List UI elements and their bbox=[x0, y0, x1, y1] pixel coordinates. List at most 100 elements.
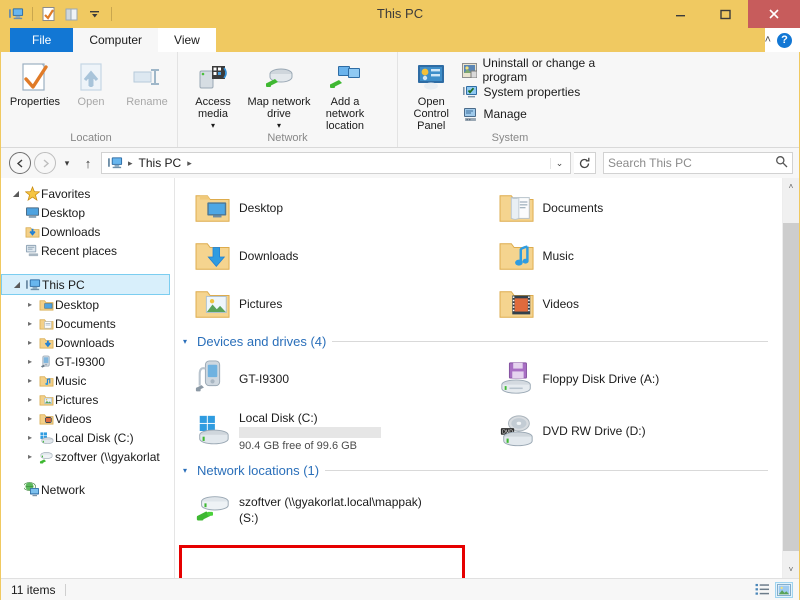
list-item[interactable]: Downloads bbox=[175, 232, 479, 280]
this-pc-icon bbox=[106, 156, 124, 170]
properties-button[interactable]: Properties bbox=[7, 56, 63, 108]
back-button[interactable] bbox=[9, 152, 31, 174]
up-button[interactable]: ↑ bbox=[78, 152, 98, 174]
access-media-button[interactable]: Access media ▾ bbox=[180, 56, 246, 132]
group-twisty-icon[interactable]: ▾ bbox=[179, 466, 191, 475]
twisty-open-icon[interactable]: ◢ bbox=[10, 280, 24, 289]
sidebar-item-this-pc[interactable]: ◢ This PC bbox=[1, 274, 170, 295]
close-button[interactable] bbox=[748, 0, 800, 28]
group-header-network-locations[interactable]: ▾ Network locations (1) bbox=[175, 457, 782, 482]
open-control-panel-button[interactable]: Open Control Panel bbox=[400, 56, 462, 132]
downloads-folder-icon bbox=[37, 336, 55, 350]
refresh-button[interactable] bbox=[574, 152, 596, 174]
scrollbar-track[interactable] bbox=[783, 195, 799, 561]
collapse-ribbon-icon[interactable]: ˄ bbox=[765, 34, 771, 46]
twisty-closed-icon[interactable]: ▸ bbox=[23, 414, 37, 423]
tab-computer[interactable]: Computer bbox=[73, 28, 159, 52]
address-dropdown-icon[interactable]: ⌄ bbox=[550, 157, 568, 169]
twisty-open-icon[interactable]: ◢ bbox=[9, 189, 23, 198]
twisty-closed-icon[interactable]: ▸ bbox=[23, 433, 37, 442]
list-item[interactable]: Videos bbox=[479, 280, 783, 328]
sidebar-item-local-disk-c[interactable]: ▸ Local Disk (C:) bbox=[1, 428, 174, 447]
sidebar-item-downloads[interactable]: ▸ Downloads bbox=[1, 333, 174, 352]
maximize-button[interactable] bbox=[703, 0, 748, 28]
list-item[interactable]: Pictures bbox=[175, 280, 479, 328]
list-item[interactable]: Desktop bbox=[175, 184, 479, 232]
help-icon[interactable]: ? bbox=[777, 32, 792, 48]
sidebar-item-recent-places[interactable]: Recent places bbox=[1, 241, 174, 260]
twisty-closed-icon[interactable]: ▸ bbox=[23, 319, 37, 328]
manage-label: Manage bbox=[483, 107, 527, 121]
search-input[interactable]: Search This PC bbox=[608, 156, 775, 170]
search-box[interactable]: Search This PC bbox=[603, 152, 793, 174]
twisty-closed-icon[interactable]: ▸ bbox=[23, 376, 37, 385]
navigation-pane[interactable]: ◢ Favorites Desktop Downloads Recent pla… bbox=[1, 178, 175, 578]
uninstall-program-button[interactable]: Uninstall or change a program bbox=[462, 56, 635, 84]
search-icon[interactable] bbox=[775, 155, 788, 171]
sidebar-item-documents[interactable]: ▸ Documents bbox=[1, 314, 174, 333]
breadcrumb[interactable]: ▸ This PC ▸ ⌄ bbox=[101, 152, 571, 174]
vertical-scrollbar[interactable]: ˄ ˅ bbox=[782, 178, 799, 578]
sidebar-gap-2 bbox=[1, 466, 174, 480]
sidebar-item-szoftver[interactable]: ▸ szoftver (\\gyakorlat bbox=[1, 447, 174, 466]
music-folder-icon bbox=[37, 374, 55, 388]
sidebar-item-desktop[interactable]: ▸ Desktop bbox=[1, 295, 174, 314]
map-network-drive-button[interactable]: Map network drive ▾ bbox=[246, 56, 312, 132]
manage-button[interactable]: Manage bbox=[462, 104, 635, 124]
network-drive-icon bbox=[37, 450, 55, 464]
sidebar-item-music[interactable]: ▸ Music bbox=[1, 371, 174, 390]
twisty-closed-icon[interactable]: ▸ bbox=[23, 395, 37, 404]
scrollbar-thumb[interactable] bbox=[783, 223, 799, 551]
sidebar-label: This PC bbox=[42, 277, 85, 292]
sidebar-item-pictures[interactable]: ▸ Pictures bbox=[1, 390, 174, 409]
list-item[interactable]: GT-I9300 bbox=[175, 353, 479, 405]
details-view-button[interactable] bbox=[753, 582, 771, 598]
new-folder-icon[interactable] bbox=[62, 4, 82, 24]
rename-button[interactable]: Rename bbox=[119, 56, 175, 108]
system-properties-button[interactable]: System properties bbox=[462, 82, 635, 102]
rename-label: Rename bbox=[126, 96, 168, 108]
scroll-down-button[interactable]: ˅ bbox=[783, 561, 799, 578]
list-item[interactable]: Local Disk (C:) 90.4 GB free of 99.6 GB bbox=[175, 405, 479, 457]
tab-file[interactable]: File bbox=[10, 28, 74, 52]
add-network-location-button[interactable]: Add a network location bbox=[312, 56, 378, 132]
recent-locations-button[interactable]: ▾ bbox=[59, 152, 75, 174]
properties-icon[interactable] bbox=[39, 4, 59, 24]
breadcrumb-separator-end[interactable]: ▸ bbox=[185, 158, 194, 169]
sidebar-item-desktop-fav[interactable]: Desktop bbox=[1, 203, 174, 222]
chevron-down-icon[interactable]: ▾ bbox=[277, 120, 281, 132]
scroll-up-button[interactable]: ˄ bbox=[783, 178, 799, 195]
sidebar-item-downloads-fav[interactable]: Downloads bbox=[1, 222, 174, 241]
chevron-down-icon[interactable]: ▾ bbox=[211, 120, 215, 132]
customize-dropdown-icon[interactable] bbox=[85, 4, 105, 24]
explorer-body: ◢ Favorites Desktop Downloads Recent pla… bbox=[1, 178, 799, 578]
list-item[interactable]: szoftver (\\gyakorlat.local\mappak) (S:) bbox=[175, 482, 479, 538]
list-item[interactable]: DVD DVD RW Drive (D:) bbox=[479, 405, 783, 457]
sidebar-item-network[interactable]: Network bbox=[1, 480, 174, 499]
list-item[interactable]: Music bbox=[479, 232, 783, 280]
breadcrumb-separator[interactable]: ▸ bbox=[126, 158, 135, 169]
phone-icon bbox=[187, 359, 239, 399]
tab-view[interactable]: View bbox=[158, 28, 216, 52]
open-button[interactable]: Open bbox=[63, 56, 119, 108]
twisty-closed-icon[interactable]: ▸ bbox=[23, 338, 37, 347]
minimize-button[interactable] bbox=[658, 0, 703, 28]
sidebar-item-videos[interactable]: ▸ Videos bbox=[1, 409, 174, 428]
forward-button[interactable] bbox=[34, 152, 56, 174]
large-icons-view-button[interactable] bbox=[775, 581, 793, 598]
open-icon bbox=[74, 60, 108, 96]
group-twisty-icon[interactable]: ▾ bbox=[179, 337, 191, 346]
sidebar-item-gt-i9300[interactable]: ▸ GT-I9300 bbox=[1, 352, 174, 371]
local-disk-icon bbox=[187, 413, 239, 449]
twisty-closed-icon[interactable]: ▸ bbox=[23, 452, 37, 461]
list-item[interactable]: Floppy Disk Drive (A:) bbox=[479, 353, 783, 405]
twisty-closed-icon[interactable]: ▸ bbox=[23, 300, 37, 309]
breadcrumb-item-this-pc[interactable]: This PC bbox=[137, 156, 184, 170]
list-item[interactable]: Documents bbox=[479, 184, 783, 232]
group-header-devices[interactable]: ▾ Devices and drives (4) bbox=[175, 328, 782, 353]
twisty-closed-icon[interactable]: ▸ bbox=[23, 357, 37, 366]
file-list-pane[interactable]: Desktop Documents Downloads Music Pictur… bbox=[175, 178, 799, 578]
dvd-drive-icon: DVD bbox=[491, 413, 543, 449]
sidebar-item-favorites[interactable]: ◢ Favorites bbox=[1, 184, 174, 203]
this-pc-icon[interactable] bbox=[6, 4, 26, 24]
